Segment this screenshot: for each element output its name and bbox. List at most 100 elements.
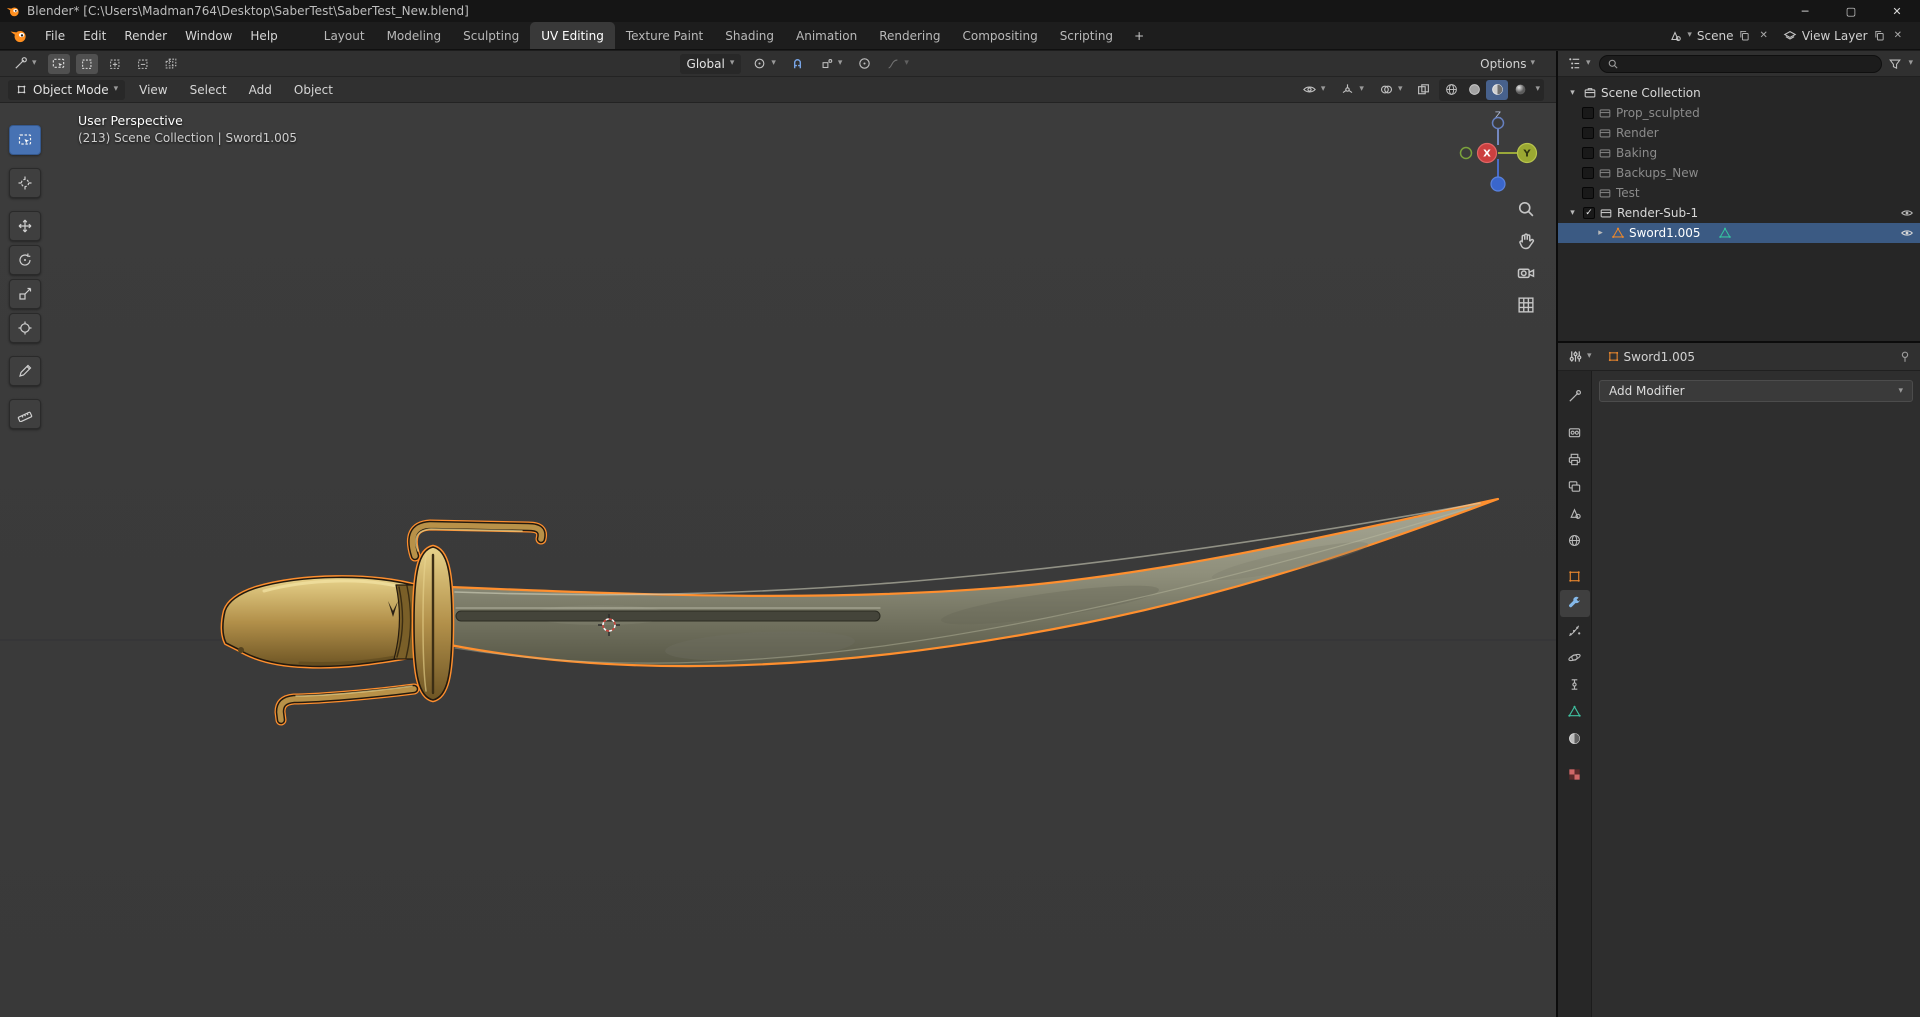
outliner-row-backups-new[interactable]: Backups_New [1558,163,1920,183]
select-mode-subtract-button[interactable] [132,54,154,74]
menu-help[interactable]: Help [241,22,286,49]
unlink-scene-icon[interactable]: ✕ [1756,30,1770,41]
shading-wireframe-button[interactable] [1440,80,1462,100]
outliner-row-baking[interactable]: Baking [1558,143,1920,163]
menu-select[interactable]: Select [182,77,235,102]
outliner-row-prop-sculpted[interactable]: Prop_sculpted [1558,103,1920,123]
ptab-tool[interactable] [1560,383,1590,410]
maximize-button[interactable]: ▢ [1828,0,1874,22]
ptab-render[interactable] [1560,419,1590,446]
menu-window[interactable]: Window [176,22,241,49]
active-tool-button[interactable] [47,53,70,74]
tab-scripting[interactable]: Scripting [1049,22,1124,49]
tab-uv-editing[interactable]: UV Editing [530,22,615,49]
ptab-modifiers[interactable] [1559,590,1590,617]
tool-cursor-button[interactable] [9,168,41,198]
view-layer-selector[interactable]: View Layer ✕ [1778,26,1910,46]
close-button[interactable]: ✕ [1874,0,1920,22]
sword-model[interactable] [220,497,1500,726]
transform-orientation-dropdown[interactable]: Global ▾ [679,53,742,74]
tab-compositing[interactable]: Compositing [951,22,1048,49]
tool-scale-button[interactable] [9,279,41,309]
tab-layout[interactable]: Layout [313,22,376,49]
exclude-checkbox[interactable] [1583,207,1595,219]
gizmo-negz-handle[interactable] [1491,116,1505,130]
new-scene-icon[interactable] [1738,29,1751,42]
tab-modeling[interactable]: Modeling [376,22,453,49]
pan-hand-icon[interactable] [1516,231,1536,251]
tool-rotate-button[interactable] [9,245,41,275]
exclude-checkbox[interactable] [1582,127,1594,139]
tool-measure-button[interactable] [9,399,41,429]
shading-solid-button[interactable] [1463,80,1485,100]
pivot-point-dropdown[interactable]: ▾ [747,54,781,74]
gizmo-posz-handle[interactable] [1490,176,1506,192]
snap-settings-dropdown[interactable]: ▾ [815,54,848,74]
zoom-icon[interactable] [1516,199,1536,219]
add-modifier-dropdown[interactable]: Add Modifier ▾ [1599,380,1913,402]
tab-rendering[interactable]: Rendering [868,22,951,49]
ptab-particles[interactable] [1560,617,1590,644]
select-mode-intersect-button[interactable] [160,54,182,74]
disclosure-open-icon[interactable]: ▾ [1566,88,1579,98]
proportional-falloff-dropdown[interactable]: ▾ [881,54,914,74]
tab-texture-paint[interactable]: Texture Paint [615,22,714,49]
outliner-row-scene-collection[interactable]: ▾ Scene Collection [1558,83,1920,103]
disclosure-closed-icon[interactable]: ▸ [1594,228,1607,238]
minimize-button[interactable]: ─ [1782,0,1828,22]
visibility-eye-icon[interactable] [1900,206,1914,220]
ptab-physics[interactable] [1560,644,1590,671]
remove-view-layer-icon[interactable]: ✕ [1891,30,1905,41]
tab-sculpting[interactable]: Sculpting [452,22,530,49]
tool-box-select-button[interactable] [9,125,41,155]
proportional-editing-toggle[interactable] [853,54,875,74]
ptab-view-layer[interactable] [1560,473,1590,500]
menu-view[interactable]: View [131,77,175,102]
menu-render[interactable]: Render [115,22,176,49]
tool-move-button[interactable] [9,211,41,241]
outliner-search[interactable] [1598,54,1883,73]
exclude-checkbox[interactable] [1582,167,1594,179]
outliner-row-sword[interactable]: ▸ Sword1.005 [1558,223,1920,243]
options-dropdown[interactable]: Options ▾ [1475,54,1540,74]
ptab-object-data[interactable] [1560,698,1590,725]
shading-rendered-button[interactable] [1509,80,1531,100]
visibility-dropdown[interactable]: ▾ [1297,80,1331,100]
shading-dropdown[interactable]: ▾ [1532,85,1543,94]
menu-edit[interactable]: Edit [74,22,115,49]
ptab-material[interactable] [1560,725,1590,752]
visibility-eye-icon[interactable] [1900,226,1914,240]
blender-menu-button[interactable] [0,22,36,49]
menu-object[interactable]: Object [286,77,341,102]
tab-shading[interactable]: Shading [714,22,785,49]
shading-material-button[interactable] [1486,79,1509,100]
snap-toggle-button[interactable] [787,54,809,74]
tool-transform-button[interactable] [9,313,41,343]
properties-editor-type-button[interactable]: ▾ [1566,347,1594,367]
ptab-constraints[interactable] [1560,671,1590,698]
ptab-texture[interactable] [1560,761,1590,788]
camera-view-icon[interactable] [1516,263,1536,283]
select-mode-set-button[interactable] [75,53,98,74]
exclude-checkbox[interactable] [1582,187,1594,199]
menu-file[interactable]: File [36,22,74,49]
exclude-checkbox[interactable] [1582,107,1594,119]
add-workspace-button[interactable]: + [1124,22,1154,49]
ortho-grid-icon[interactable] [1516,295,1536,315]
outliner-editor-type-button[interactable]: ▾ [1565,54,1593,74]
new-view-layer-icon[interactable] [1873,29,1886,42]
tab-animation[interactable]: Animation [785,22,868,49]
filter-funnel-icon[interactable] [1888,57,1902,71]
scene-selector[interactable]: ▾ Scene ✕ [1663,26,1776,46]
navigation-gizmo[interactable]: Z X Y [1452,107,1544,199]
mode-dropdown[interactable]: Object Mode ▾ [8,79,126,100]
xray-toggle[interactable] [1412,80,1434,100]
gizmo-negy-handle[interactable] [1459,146,1473,160]
tool-annotate-button[interactable] [9,356,41,386]
outliner-row-render-sub-1[interactable]: ▾ Render-Sub-1 [1558,203,1920,223]
ptab-object[interactable] [1560,563,1590,590]
search-input[interactable] [1622,56,1875,71]
disclosure-open-icon[interactable]: ▾ [1566,208,1579,218]
editor-type-button[interactable]: ▾ [8,54,42,74]
pin-icon[interactable] [1898,350,1912,364]
